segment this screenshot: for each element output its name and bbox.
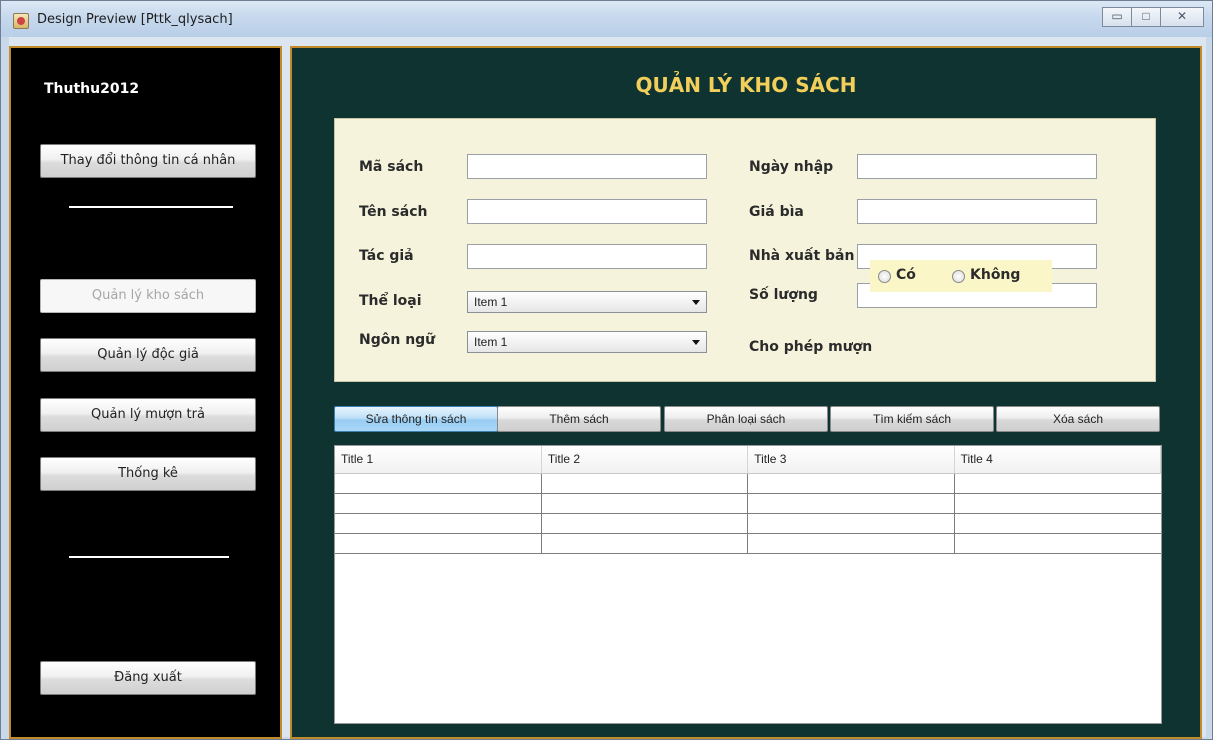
sidebar-separator (69, 206, 233, 208)
table-cell[interactable] (540, 472, 749, 494)
nha-xuat-ban-label: Nhà xuất bản (749, 248, 855, 264)
search-book-button[interactable]: Tìm kiếm sách (830, 406, 994, 432)
main-panel: QUẢN LÝ KHO SÁCH Mã sách Tên sách Tác gi… (290, 46, 1202, 739)
books-table[interactable]: Title 1 Title 2 Title 3 Title 4 (334, 445, 1162, 724)
table-cell[interactable] (953, 512, 1161, 534)
table-row[interactable] (335, 512, 1161, 534)
table-cell[interactable] (953, 472, 1161, 494)
manage-readers-button[interactable]: Quản lý độc giả (40, 338, 256, 372)
book-form: Mã sách Tên sách Tác giả Thể loại Item 1… (334, 118, 1156, 382)
java-app-icon (13, 13, 29, 29)
ten-sach-label: Tên sách (359, 204, 428, 220)
classify-book-button[interactable]: Phân loại sách (664, 406, 828, 432)
radio-co-label: Có (896, 267, 916, 283)
table-row[interactable] (335, 492, 1161, 514)
table-cell[interactable] (953, 532, 1161, 554)
minimize-icon: ▭ (1111, 9, 1123, 23)
close-icon: ✕ (1176, 9, 1188, 23)
ten-sach-input[interactable] (467, 199, 707, 224)
dropdown-arrow-icon (692, 340, 700, 345)
column-header[interactable]: Title 1 (335, 446, 542, 474)
table-cell[interactable] (747, 512, 955, 534)
so-luong-label: Số lượng (749, 287, 818, 303)
app-window: Design Preview [Pttk_qlysach] ▭ □ ✕ Thut… (0, 0, 1213, 740)
radio-khong-label: Không (970, 267, 1021, 283)
table-row[interactable] (335, 532, 1161, 554)
ngay-nhap-label: Ngày nhập (749, 159, 834, 175)
gia-bia-input[interactable] (857, 199, 1097, 224)
window-controls: ▭ □ ✕ (1102, 7, 1204, 27)
sidebar-separator (69, 556, 229, 558)
column-header[interactable]: Title 3 (747, 446, 955, 474)
gia-bia-label: Giá bìa (749, 204, 804, 220)
maximize-button[interactable]: □ (1131, 7, 1161, 27)
manage-loans-button[interactable]: Quản lý mượn trả (40, 398, 256, 432)
dropdown-arrow-icon (692, 300, 700, 305)
page-title: QUẢN LÝ KHO SÁCH (635, 73, 857, 97)
minimize-button[interactable]: ▭ (1102, 7, 1132, 27)
ma-sach-label: Mã sách (359, 159, 424, 175)
ngay-nhap-input[interactable] (857, 154, 1097, 179)
add-book-button[interactable]: Thêm sách (497, 406, 661, 432)
close-button[interactable]: ✕ (1160, 7, 1204, 27)
user-name: Thuthu2012 (44, 81, 140, 97)
table-cell[interactable] (335, 472, 542, 494)
title-bar: Design Preview [Pttk_qlysach] ▭ □ ✕ (1, 1, 1212, 37)
table-cell[interactable] (335, 492, 542, 514)
edit-book-button[interactable]: Sửa thông tin sách (334, 406, 498, 432)
radio-khong[interactable] (952, 270, 965, 283)
statistics-button[interactable]: Thống kê (40, 457, 256, 491)
ma-sach-input[interactable] (467, 154, 707, 179)
table-cell[interactable] (540, 492, 749, 514)
ngon-ngu-select[interactable]: Item 1 (467, 331, 707, 353)
ngon-ngu-selected: Item 1 (474, 335, 508, 349)
edit-profile-button[interactable]: Thay đổi thông tin cá nhân (40, 144, 256, 178)
table-cell[interactable] (540, 512, 749, 534)
client-area: Thuthu2012 Thay đổi thông tin cá nhân Qu… (9, 37, 1206, 739)
table-cell[interactable] (747, 492, 955, 514)
lending-radio-group: Có Không (870, 260, 1052, 292)
table-cell[interactable] (747, 532, 955, 554)
delete-book-button[interactable]: Xóa sách (996, 406, 1160, 432)
the-loai-label: Thể loại (359, 293, 422, 309)
table-cell[interactable] (747, 472, 955, 494)
the-loai-select[interactable]: Item 1 (467, 291, 707, 313)
column-header[interactable]: Title 4 (954, 446, 1162, 474)
radio-co[interactable] (878, 270, 891, 283)
cho-phep-muon-label: Cho phép mượn (749, 339, 873, 355)
maximize-icon: □ (1142, 9, 1150, 23)
window-title: Design Preview [Pttk_qlysach] (37, 12, 233, 27)
sidebar: Thuthu2012 Thay đổi thông tin cá nhân Qu… (9, 46, 282, 739)
table-cell[interactable] (540, 532, 749, 554)
column-header[interactable]: Title 2 (541, 446, 749, 474)
table-cell[interactable] (335, 532, 542, 554)
tac-gia-input[interactable] (467, 244, 707, 269)
table-cell[interactable] (953, 492, 1161, 514)
ngon-ngu-label: Ngôn ngữ (359, 332, 436, 348)
table-header-row: Title 1 Title 2 Title 3 Title 4 (335, 446, 1162, 474)
manage-books-button[interactable]: Quản lý kho sách (40, 279, 256, 313)
logout-button[interactable]: Đăng xuất (40, 661, 256, 695)
table-row[interactable] (335, 472, 1161, 494)
table-cell[interactable] (335, 512, 542, 534)
tac-gia-label: Tác giả (359, 248, 414, 264)
the-loai-selected: Item 1 (474, 295, 508, 309)
